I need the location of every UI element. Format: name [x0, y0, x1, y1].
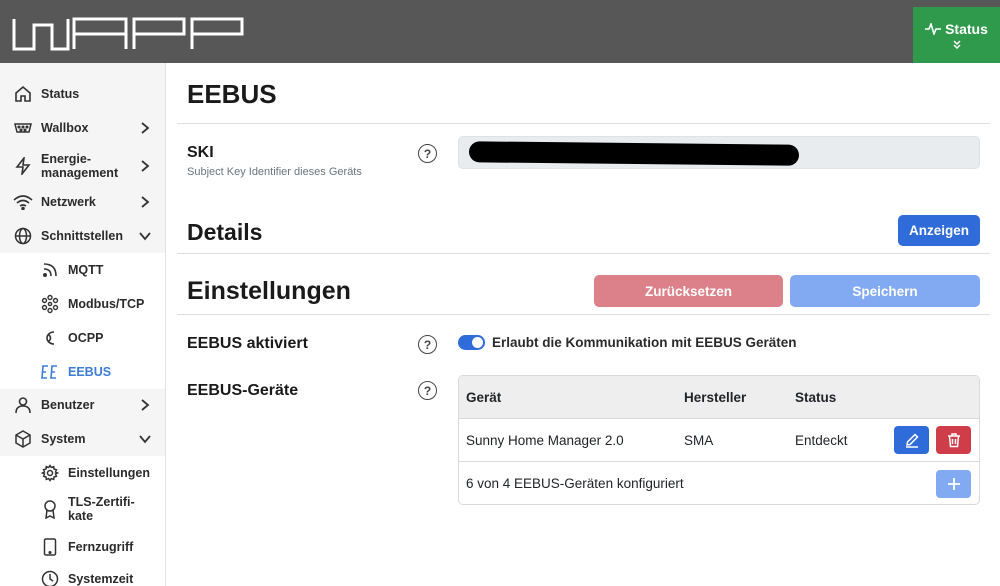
- sidebar-item-label: Energie- management: [41, 152, 119, 180]
- sidebar-item-label: Status: [41, 87, 80, 101]
- sidebar-item-label: Fernzugriff: [68, 540, 134, 554]
- user-icon: [13, 395, 33, 415]
- chevron-down-icon: [139, 435, 151, 444]
- eebus-enabled-label: EEBUS aktiviert: [187, 335, 308, 352]
- sidebar-item-label: Einstellungen: [68, 466, 150, 480]
- trash-icon: [947, 433, 960, 448]
- sidebar: Status Wallbox Energie- management Netzw…: [0, 63, 166, 586]
- home-icon: [13, 84, 33, 104]
- lightning-icon: [13, 156, 33, 176]
- certificate-icon: [40, 499, 60, 519]
- eebus-devices-label: EEBUS-Geräte: [187, 382, 299, 399]
- save-button[interactable]: Speichern: [790, 275, 980, 307]
- sidebar-item-ocpp[interactable]: OCPP: [0, 326, 165, 350]
- wifi-icon: [13, 192, 33, 212]
- clock-icon: [40, 569, 60, 586]
- redaction-bar: [468, 141, 800, 166]
- help-icon[interactable]: ?: [418, 335, 437, 354]
- sidebar-item-wallbox[interactable]: Wallbox: [0, 117, 165, 139]
- table-header: Gerät Hersteller Status: [459, 376, 979, 419]
- sidebar-item-label: System: [41, 432, 86, 446]
- sidebar-item-label: Schnittstellen: [41, 229, 123, 243]
- sidebar-item-label: Wallbox: [41, 121, 89, 135]
- chevron-right-icon: [141, 196, 150, 208]
- sidebar-item-interfaces[interactable]: Schnittstellen: [0, 225, 165, 247]
- sidebar-item-label: EEBUS: [68, 365, 112, 379]
- sidebar-item-users[interactable]: Benutzer: [0, 394, 165, 416]
- divider: [177, 123, 990, 124]
- sidebar-item-label: Systemzeit: [68, 572, 134, 586]
- sidebar-item-label: Benutzer: [41, 398, 95, 412]
- table-row: Sunny Home Manager 2.0 SMA Entdeckt: [459, 419, 979, 462]
- show-details-button[interactable]: Anzeigen: [898, 215, 980, 246]
- sidebar-item-system[interactable]: System: [0, 428, 165, 450]
- box-icon: [13, 429, 33, 449]
- device-name: Sunny Home Manager 2.0: [466, 433, 624, 448]
- table-footer: 6 von 4 EEBUS-Geräten konfiguriert: [459, 462, 979, 504]
- device-status: Entdeckt: [795, 433, 848, 448]
- help-icon[interactable]: ?: [418, 144, 437, 163]
- status-button-label: Status: [945, 21, 988, 37]
- chevron-right-icon: [141, 399, 150, 411]
- pencil-icon: [905, 433, 919, 448]
- eebus-enabled-toggle[interactable]: [458, 335, 485, 350]
- gear-icon: [40, 463, 60, 483]
- sidebar-item-remote-access[interactable]: Fernzugriff: [0, 535, 165, 559]
- sidebar-item-tls-certificates[interactable]: TLS-Zertifi- kate: [0, 492, 165, 526]
- ocpp-icon: [40, 328, 60, 348]
- details-title: Details: [187, 219, 263, 245]
- chevron-right-icon: [141, 160, 150, 172]
- help-icon[interactable]: ?: [418, 381, 437, 400]
- sidebar-item-mqtt[interactable]: MQTT: [0, 258, 165, 282]
- eebus-enabled-description: Erlaubt die Kommunikation mit EEBUS Gerä…: [492, 335, 797, 350]
- sidebar-item-label: TLS-Zertifi- kate: [68, 495, 135, 523]
- column-header-device: Gerät: [466, 390, 502, 405]
- chevron-down-icon: [139, 232, 151, 241]
- sidebar-item-status[interactable]: Status: [0, 83, 165, 105]
- sidebar-item-eebus[interactable]: EEBUS: [0, 360, 165, 384]
- ski-label: SKI: [187, 144, 214, 161]
- main-content: EEBUS SKI Subject Key Identifier dieses …: [167, 63, 1000, 586]
- chevron-right-icon: [141, 122, 150, 134]
- sidebar-item-modbus-tcp[interactable]: Modbus/TCP: [0, 292, 165, 316]
- system-submenu: Einstellungen TLS-Zertifi- kate Fernzugr…: [0, 456, 165, 586]
- column-header-status: Status: [795, 390, 837, 405]
- delete-device-button[interactable]: [936, 426, 971, 454]
- add-device-button[interactable]: [936, 470, 971, 498]
- activity-icon: [925, 23, 942, 35]
- charger-icon: [13, 118, 33, 138]
- edit-device-button[interactable]: [894, 426, 929, 454]
- sidebar-item-label: OCPP: [68, 331, 104, 345]
- atom-icon: [40, 294, 60, 314]
- divider: [177, 253, 990, 254]
- rss-icon: [40, 260, 60, 280]
- top-bar: Status: [0, 0, 1000, 63]
- interfaces-submenu: MQTT Modbus/TCP OCPP EEBUS: [0, 253, 165, 389]
- sidebar-item-system-time[interactable]: Systemzeit: [0, 567, 165, 586]
- ski-field[interactable]: [458, 136, 980, 169]
- chevrons-down-icon: [952, 40, 961, 49]
- sidebar-item-energy-management[interactable]: Energie- management: [0, 151, 165, 181]
- sidebar-item-network[interactable]: Netzwerk: [0, 191, 165, 213]
- eebus-enabled-switch-row[interactable]: Erlaubt die Kommunikation mit EEBUS Gerä…: [458, 335, 797, 350]
- page-title: EEBUS: [187, 79, 277, 109]
- devices-configured-count: 6 von 4 EEBUS-Geräten konfiguriert: [466, 476, 684, 491]
- status-button[interactable]: Status: [913, 7, 1000, 63]
- column-header-manufacturer: Hersteller: [684, 390, 747, 405]
- ski-description: Subject Key Identifier dieses Geräts: [187, 166, 362, 178]
- divider: [177, 314, 990, 315]
- device-manufacturer: SMA: [684, 433, 714, 448]
- globe-icon: [13, 226, 33, 246]
- devices-table: Gerät Hersteller Status Sunny Home Manag…: [458, 375, 980, 505]
- sidebar-item-label: Netzwerk: [41, 195, 96, 209]
- sidebar-item-settings[interactable]: Einstellungen: [0, 461, 165, 485]
- reset-button[interactable]: Zurücksetzen: [594, 275, 783, 307]
- sidebar-item-label: Modbus/TCP: [68, 297, 145, 311]
- tablet-icon: [40, 537, 60, 557]
- settings-title: Einstellungen: [187, 277, 351, 305]
- eebus-icon: [40, 362, 60, 382]
- plus-icon: [947, 478, 960, 490]
- warp-logo[interactable]: [12, 17, 244, 51]
- sidebar-item-label: MQTT: [68, 263, 104, 277]
